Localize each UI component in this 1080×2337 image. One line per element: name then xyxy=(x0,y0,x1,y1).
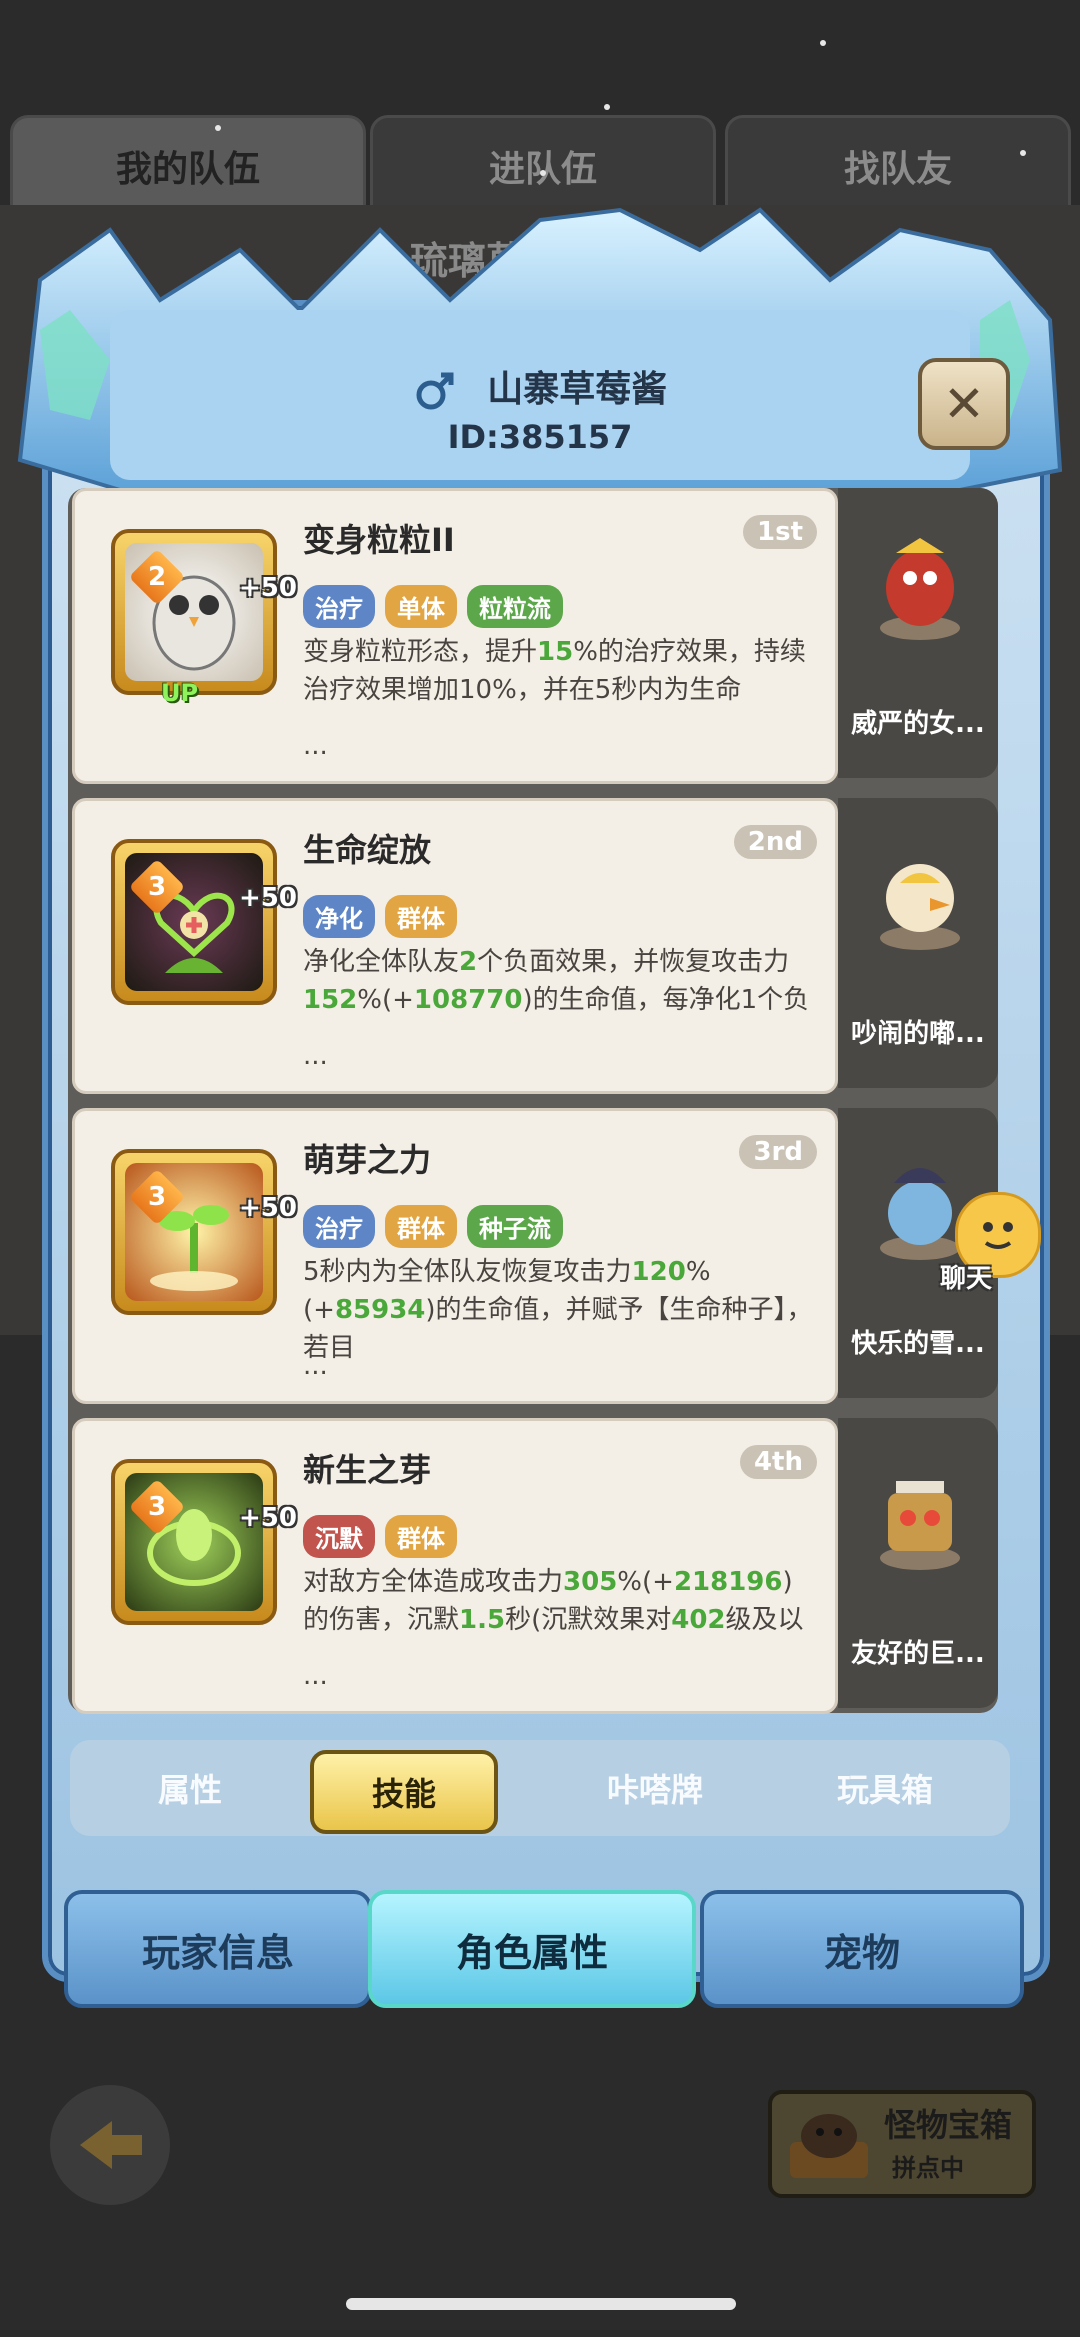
monster-chest-button[interactable]: 怪物宝箱 拼点中 xyxy=(768,2090,1036,2198)
tab-pets[interactable]: 宠物 xyxy=(700,1890,1024,2008)
pet-card[interactable]: 吵闹的嘟... xyxy=(838,798,998,1088)
skill-title: 萌芽之力 xyxy=(303,1141,432,1179)
male-gender-icon xyxy=(416,372,454,410)
tab-skills[interactable]: 技能 xyxy=(310,1750,498,1834)
back-button[interactable] xyxy=(50,2085,170,2205)
tab-character-attributes[interactable]: 角色属性 xyxy=(368,1890,696,2008)
player-name: 山寨草莓酱 xyxy=(487,369,668,410)
skill-icon-box: 3 +50 xyxy=(111,1459,297,1625)
tab-toy-box[interactable]: 玩具箱 xyxy=(785,1750,985,1826)
skill-tag: 群体 xyxy=(385,1515,457,1558)
skill-title: 新生之芽 xyxy=(303,1451,432,1489)
snowflake xyxy=(604,104,610,110)
skill-ellipsis: ... xyxy=(303,1351,328,1381)
skill-rank: 4th xyxy=(739,1445,817,1479)
skill-ellipsis: ... xyxy=(303,731,328,761)
skill-tag: 治疗 xyxy=(303,1205,375,1248)
back-arrow-icon xyxy=(80,2121,142,2169)
tab-click-cards[interactable]: 咔嗒牌 xyxy=(555,1750,755,1826)
pet-card[interactable]: 威严的女... xyxy=(838,488,998,778)
skill-list[interactable]: 2 +50 UP 变身粒粒II 1st 治疗 单体 粒粒流 变身粒粒形态，提升1… xyxy=(68,488,998,1714)
skill-rank: 2nd xyxy=(733,825,817,859)
skill-icon-box: 2 +50 UP xyxy=(111,529,297,707)
chest-subtitle: 拼点中 xyxy=(892,2154,964,2182)
snowflake xyxy=(820,40,826,46)
skill-card[interactable]: 3 +50 新生之芽 4th 沉默 群体 对敌方全体造成攻击力305%(+218… xyxy=(72,1418,838,1714)
skill-card[interactable]: 3 +50 生命绽放 2nd 净化 群体 净化全体队友2个负面效果，并恢复攻击力… xyxy=(72,798,838,1094)
snowflake xyxy=(215,125,221,131)
home-indicator[interactable] xyxy=(346,2298,736,2310)
pet-name: 友好的巨... xyxy=(851,1639,985,1669)
skill-title: 生命绽放 xyxy=(303,831,432,869)
skill-title: 变身粒粒II xyxy=(303,521,455,559)
skill-icon-box: 3 +50 xyxy=(111,839,297,1005)
skill-tag: 种子流 xyxy=(467,1205,563,1248)
close-icon: ✕ xyxy=(943,375,985,433)
skill-tags: 治疗 单体 粒粒流 xyxy=(303,585,563,628)
skill-bonus: +50 xyxy=(239,1503,297,1533)
skill-card[interactable]: 2 +50 UP 变身粒粒II 1st 治疗 单体 粒粒流 变身粒粒形态，提升1… xyxy=(72,488,838,784)
skill-rank: 1st xyxy=(743,515,817,549)
upgrade-label: UP xyxy=(161,679,199,707)
detail-tab-bar: 属性 技能 咔嗒牌 玩具箱 xyxy=(70,1740,1010,1836)
skill-card[interactable]: 3 +50 萌芽之力 3rd 治疗 群体 种子流 5秒内为全体队友恢复攻击力12… xyxy=(72,1108,838,1404)
skill-tag: 净化 xyxy=(303,895,375,938)
skill-icon-box: 3 +50 xyxy=(111,1149,297,1315)
skill-tag: 群体 xyxy=(385,1205,457,1248)
skill-tag: 单体 xyxy=(385,585,457,628)
skill-tag: 沉默 xyxy=(303,1515,375,1558)
pet-card[interactable]: 友好的巨... xyxy=(838,1418,998,1708)
tab-attributes[interactable]: 属性 xyxy=(90,1750,290,1826)
skill-description: 5秒内为全体队友恢复攻击力120%(+85934)的生命值，并赋予【生命种子】，… xyxy=(303,1257,813,1363)
skill-tag: 粒粒流 xyxy=(467,585,563,628)
skill-description: 变身粒粒形态，提升15%的治疗效果，持续治疗效果增加10%，并在5秒内为生命 xyxy=(303,637,806,705)
skill-ellipsis: ... xyxy=(303,1041,328,1071)
skill-ellipsis: ... xyxy=(303,1661,328,1691)
skill-bonus: +50 xyxy=(239,573,297,603)
boar-chest-icon xyxy=(790,2114,868,2178)
skill-bonus: +50 xyxy=(239,1193,297,1223)
giant-pet-icon xyxy=(880,1481,960,1570)
skill-description: 净化全体队友2个负面效果，并恢复攻击力152%(+108770)的生命值，每净化… xyxy=(303,947,810,1015)
chest-title: 怪物宝箱 xyxy=(884,2106,1013,2144)
dragon-pet-icon xyxy=(880,538,960,640)
chick-pet-icon xyxy=(880,864,960,950)
pet-name: 威严的女... xyxy=(851,709,985,739)
skill-tags: 沉默 群体 xyxy=(303,1515,457,1558)
skill-tag: 群体 xyxy=(385,895,457,938)
skill-rank: 3rd xyxy=(739,1135,817,1169)
pet-name: 快乐的雪... xyxy=(851,1329,985,1359)
skill-tags: 治疗 群体 种子流 xyxy=(303,1205,563,1248)
tab-player-info[interactable]: 玩家信息 xyxy=(64,1890,372,2008)
skill-bonus: +50 xyxy=(239,883,297,913)
snowflake xyxy=(540,170,546,176)
chat-label[interactable]: 聊天 xyxy=(940,1258,992,1295)
skill-tag: 治疗 xyxy=(303,585,375,628)
pet-name: 吵闹的嘟... xyxy=(851,1019,985,1049)
close-button[interactable]: ✕ xyxy=(918,358,1010,450)
snowflake xyxy=(1020,150,1026,156)
main-tab-bar: 玩家信息 角色属性 宠物 xyxy=(50,1880,1030,2010)
skill-tags: 净化 群体 xyxy=(303,895,457,938)
skill-description: 对敌方全体造成攻击力305%(+218196)的伤害，沉默1.5秒(沉默效果对4… xyxy=(303,1567,804,1635)
